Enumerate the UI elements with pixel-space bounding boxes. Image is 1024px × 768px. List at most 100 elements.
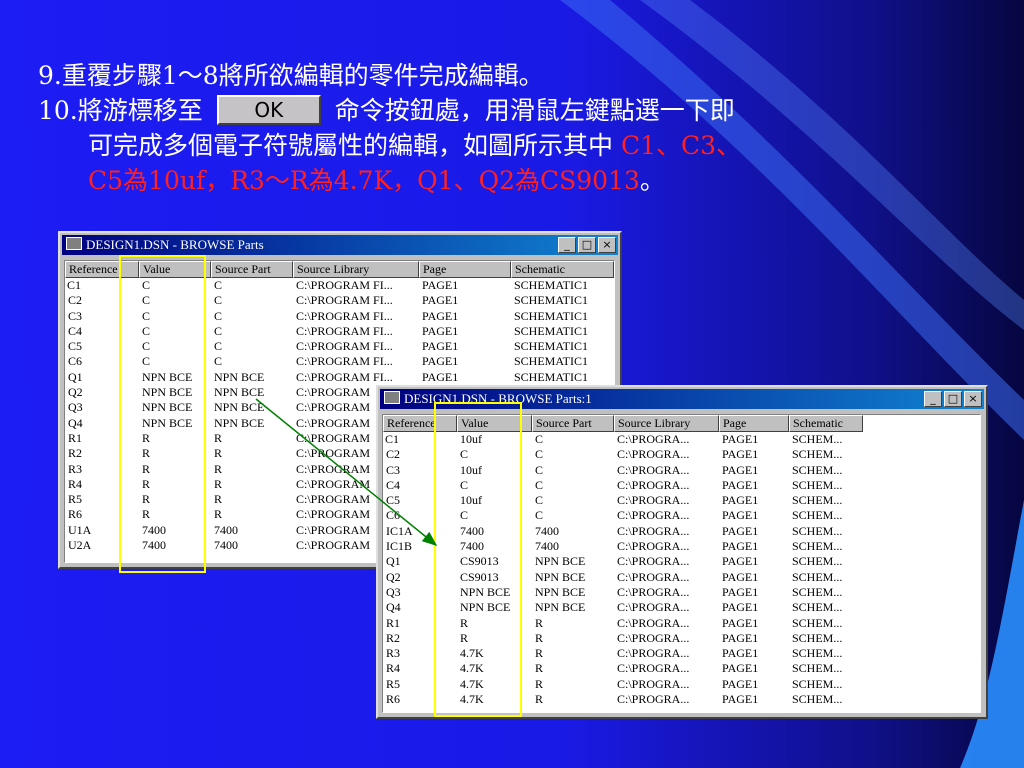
cell-source-part[interactable]: C bbox=[211, 354, 293, 369]
cell-reference[interactable]: R5 bbox=[65, 492, 139, 507]
cell-page[interactable]: PAGE1 bbox=[719, 539, 789, 554]
table-row[interactable]: Q3 NPN BCE NPN BCE C:\PROGRA... PAGE1 SCHEM..… bbox=[383, 585, 980, 600]
cell-reference[interactable]: R2 bbox=[65, 446, 139, 461]
cell-schematic[interactable]: SCHEM... bbox=[789, 508, 863, 523]
cell-value[interactable]: 7400 bbox=[457, 539, 532, 554]
table-row[interactable]: C1 10uf C C:\PROGRA... PAGE1 SCHEM... bbox=[383, 432, 980, 447]
cell-page[interactable]: PAGE1 bbox=[419, 309, 511, 324]
cell-source-part[interactable]: R bbox=[211, 492, 293, 507]
cell-source-part[interactable]: C bbox=[532, 432, 614, 447]
cell-schematic[interactable]: SCHEMATIC1 bbox=[511, 354, 614, 369]
cell-source-part[interactable]: R bbox=[532, 646, 614, 661]
cell-source-library[interactable]: C:\PROGRA... bbox=[614, 463, 719, 478]
cell-source-library[interactable]: C:\PROGRA... bbox=[614, 493, 719, 508]
cell-source-part[interactable]: 7400 bbox=[211, 538, 293, 553]
cell-reference[interactable]: Q3 bbox=[383, 585, 457, 600]
cell-value[interactable]: 7400 bbox=[139, 523, 211, 538]
cell-source-library[interactable]: C:\PROGRA... bbox=[614, 432, 719, 447]
cell-value[interactable]: NPN BCE bbox=[139, 400, 211, 415]
cell-reference[interactable]: R5 bbox=[383, 677, 457, 692]
maximize-button[interactable]: □ bbox=[578, 237, 596, 253]
cell-source-library[interactable]: C:\PROGRAM FI... bbox=[293, 324, 419, 339]
cell-source-library[interactable]: C:\PROGRA... bbox=[614, 616, 719, 631]
cell-page[interactable]: PAGE1 bbox=[719, 570, 789, 585]
cell-reference[interactable]: R3 bbox=[65, 462, 139, 477]
cell-reference[interactable]: C2 bbox=[65, 293, 139, 308]
cell-schematic[interactable]: SCHEMATIC1 bbox=[511, 324, 614, 339]
cell-source-library[interactable]: C:\PROGRAM FI... bbox=[293, 278, 419, 293]
cell-value[interactable]: C bbox=[139, 293, 211, 308]
cell-source-part[interactable]: NPN BCE bbox=[532, 585, 614, 600]
cell-source-part[interactable]: C bbox=[532, 463, 614, 478]
cell-page[interactable]: PAGE1 bbox=[719, 616, 789, 631]
table-row[interactable]: IC1A 7400 7400 C:\PROGRA... PAGE1 SCHEM... bbox=[383, 524, 980, 539]
cell-source-part[interactable]: NPN BCE bbox=[532, 570, 614, 585]
cell-schematic[interactable]: SCHEM... bbox=[789, 463, 863, 478]
cell-source-library[interactable]: C:\PROGRAM FI... bbox=[293, 354, 419, 369]
cell-source-library[interactable]: C:\PROGRA... bbox=[614, 478, 719, 493]
cell-page[interactable]: PAGE1 bbox=[719, 554, 789, 569]
cell-source-part[interactable]: R bbox=[532, 631, 614, 646]
cell-value[interactable]: 4.7K bbox=[457, 661, 532, 676]
cell-source-library[interactable]: C:\PROGRAM FI... bbox=[293, 370, 419, 385]
cell-source-part[interactable]: NPN BCE bbox=[211, 385, 293, 400]
cell-schematic[interactable]: SCHEM... bbox=[789, 570, 863, 585]
table-row[interactable]: C2 C C C:\PROGRAM FI... PAGE1 SCHEMATIC1 bbox=[65, 293, 614, 308]
column-header-reference[interactable]: Reference bbox=[383, 415, 457, 432]
cell-source-part[interactable]: NPN BCE bbox=[211, 416, 293, 431]
cell-value[interactable]: R bbox=[139, 492, 211, 507]
column-header-value[interactable]: Value bbox=[139, 261, 211, 278]
cell-source-part[interactable]: R bbox=[532, 616, 614, 631]
cell-source-part[interactable]: NPN BCE bbox=[532, 600, 614, 615]
table-row[interactable]: C3 C C C:\PROGRAM FI... PAGE1 SCHEMATIC1 bbox=[65, 309, 614, 324]
cell-value[interactable]: R bbox=[139, 477, 211, 492]
cell-value[interactable]: 7400 bbox=[457, 524, 532, 539]
cell-schematic[interactable]: SCHEM... bbox=[789, 600, 863, 615]
cell-page[interactable]: PAGE1 bbox=[719, 463, 789, 478]
cell-source-library[interactable]: C:\PROGRA... bbox=[614, 692, 719, 707]
column-header-source-part[interactable]: Source Part bbox=[532, 415, 614, 432]
cell-reference[interactable]: C6 bbox=[65, 354, 139, 369]
cell-page[interactable]: PAGE1 bbox=[719, 447, 789, 462]
cell-value[interactable]: R bbox=[457, 616, 532, 631]
cell-value[interactable]: 10uf bbox=[457, 493, 532, 508]
cell-value[interactable]: NPN BCE bbox=[139, 385, 211, 400]
cell-source-part[interactable]: R bbox=[211, 507, 293, 522]
cell-source-library[interactable]: C:\PROGRA... bbox=[614, 661, 719, 676]
cell-value[interactable]: R bbox=[457, 631, 532, 646]
cell-value[interactable]: C bbox=[457, 508, 532, 523]
cell-reference[interactable]: U2A bbox=[65, 538, 139, 553]
cell-reference[interactable]: R4 bbox=[383, 661, 457, 676]
cell-schematic[interactable]: SCHEM... bbox=[789, 585, 863, 600]
cell-schematic[interactable]: SCHEMATIC1 bbox=[511, 309, 614, 324]
cell-reference[interactable]: C1 bbox=[383, 432, 457, 447]
column-header-source-library[interactable]: Source Library bbox=[614, 415, 719, 432]
cell-value[interactable]: R bbox=[139, 446, 211, 461]
cell-source-library[interactable]: C:\PROGRA... bbox=[614, 447, 719, 462]
column-header-page[interactable]: Page bbox=[719, 415, 789, 432]
table-row[interactable]: R6 4.7K R C:\PROGRA... PAGE1 SCHEM... bbox=[383, 692, 980, 707]
cell-schematic[interactable]: SCHEM... bbox=[789, 646, 863, 661]
cell-source-library[interactable]: C:\PROGRA... bbox=[614, 554, 719, 569]
cell-source-part[interactable]: C bbox=[211, 324, 293, 339]
cell-reference[interactable]: R1 bbox=[383, 616, 457, 631]
table-row[interactable]: Q2 CS9013 NPN BCE C:\PROGRA... PAGE1 SCHEM... bbox=[383, 570, 980, 585]
column-header-schematic[interactable]: Schematic bbox=[789, 415, 863, 432]
cell-source-library[interactable]: C:\PROGRA... bbox=[614, 539, 719, 554]
cell-schematic[interactable]: SCHEM... bbox=[789, 524, 863, 539]
cell-reference[interactable]: C5 bbox=[383, 493, 457, 508]
cell-reference[interactable]: C3 bbox=[383, 463, 457, 478]
cell-value[interactable]: CS9013 bbox=[457, 570, 532, 585]
cell-source-part[interactable]: R bbox=[211, 446, 293, 461]
cell-schematic[interactable]: SCHEM... bbox=[789, 677, 863, 692]
cell-page[interactable]: PAGE1 bbox=[719, 661, 789, 676]
cell-schematic[interactable]: SCHEM... bbox=[789, 539, 863, 554]
cell-source-part[interactable]: C bbox=[211, 293, 293, 308]
cell-source-part[interactable]: R bbox=[532, 692, 614, 707]
cell-reference[interactable]: Q3 bbox=[65, 400, 139, 415]
table-row[interactable]: C6 C C C:\PROGRA... PAGE1 SCHEM... bbox=[383, 508, 980, 523]
cell-schematic[interactable]: SCHEM... bbox=[789, 661, 863, 676]
cell-value[interactable]: NPN BCE bbox=[457, 600, 532, 615]
window-titlebar[interactable]: DESIGN1.DSN - BROWSE Parts:1 _ □ × bbox=[380, 389, 984, 409]
table-row[interactable]: R1 R R C:\PROGRA... PAGE1 SCHEM... bbox=[383, 616, 980, 631]
